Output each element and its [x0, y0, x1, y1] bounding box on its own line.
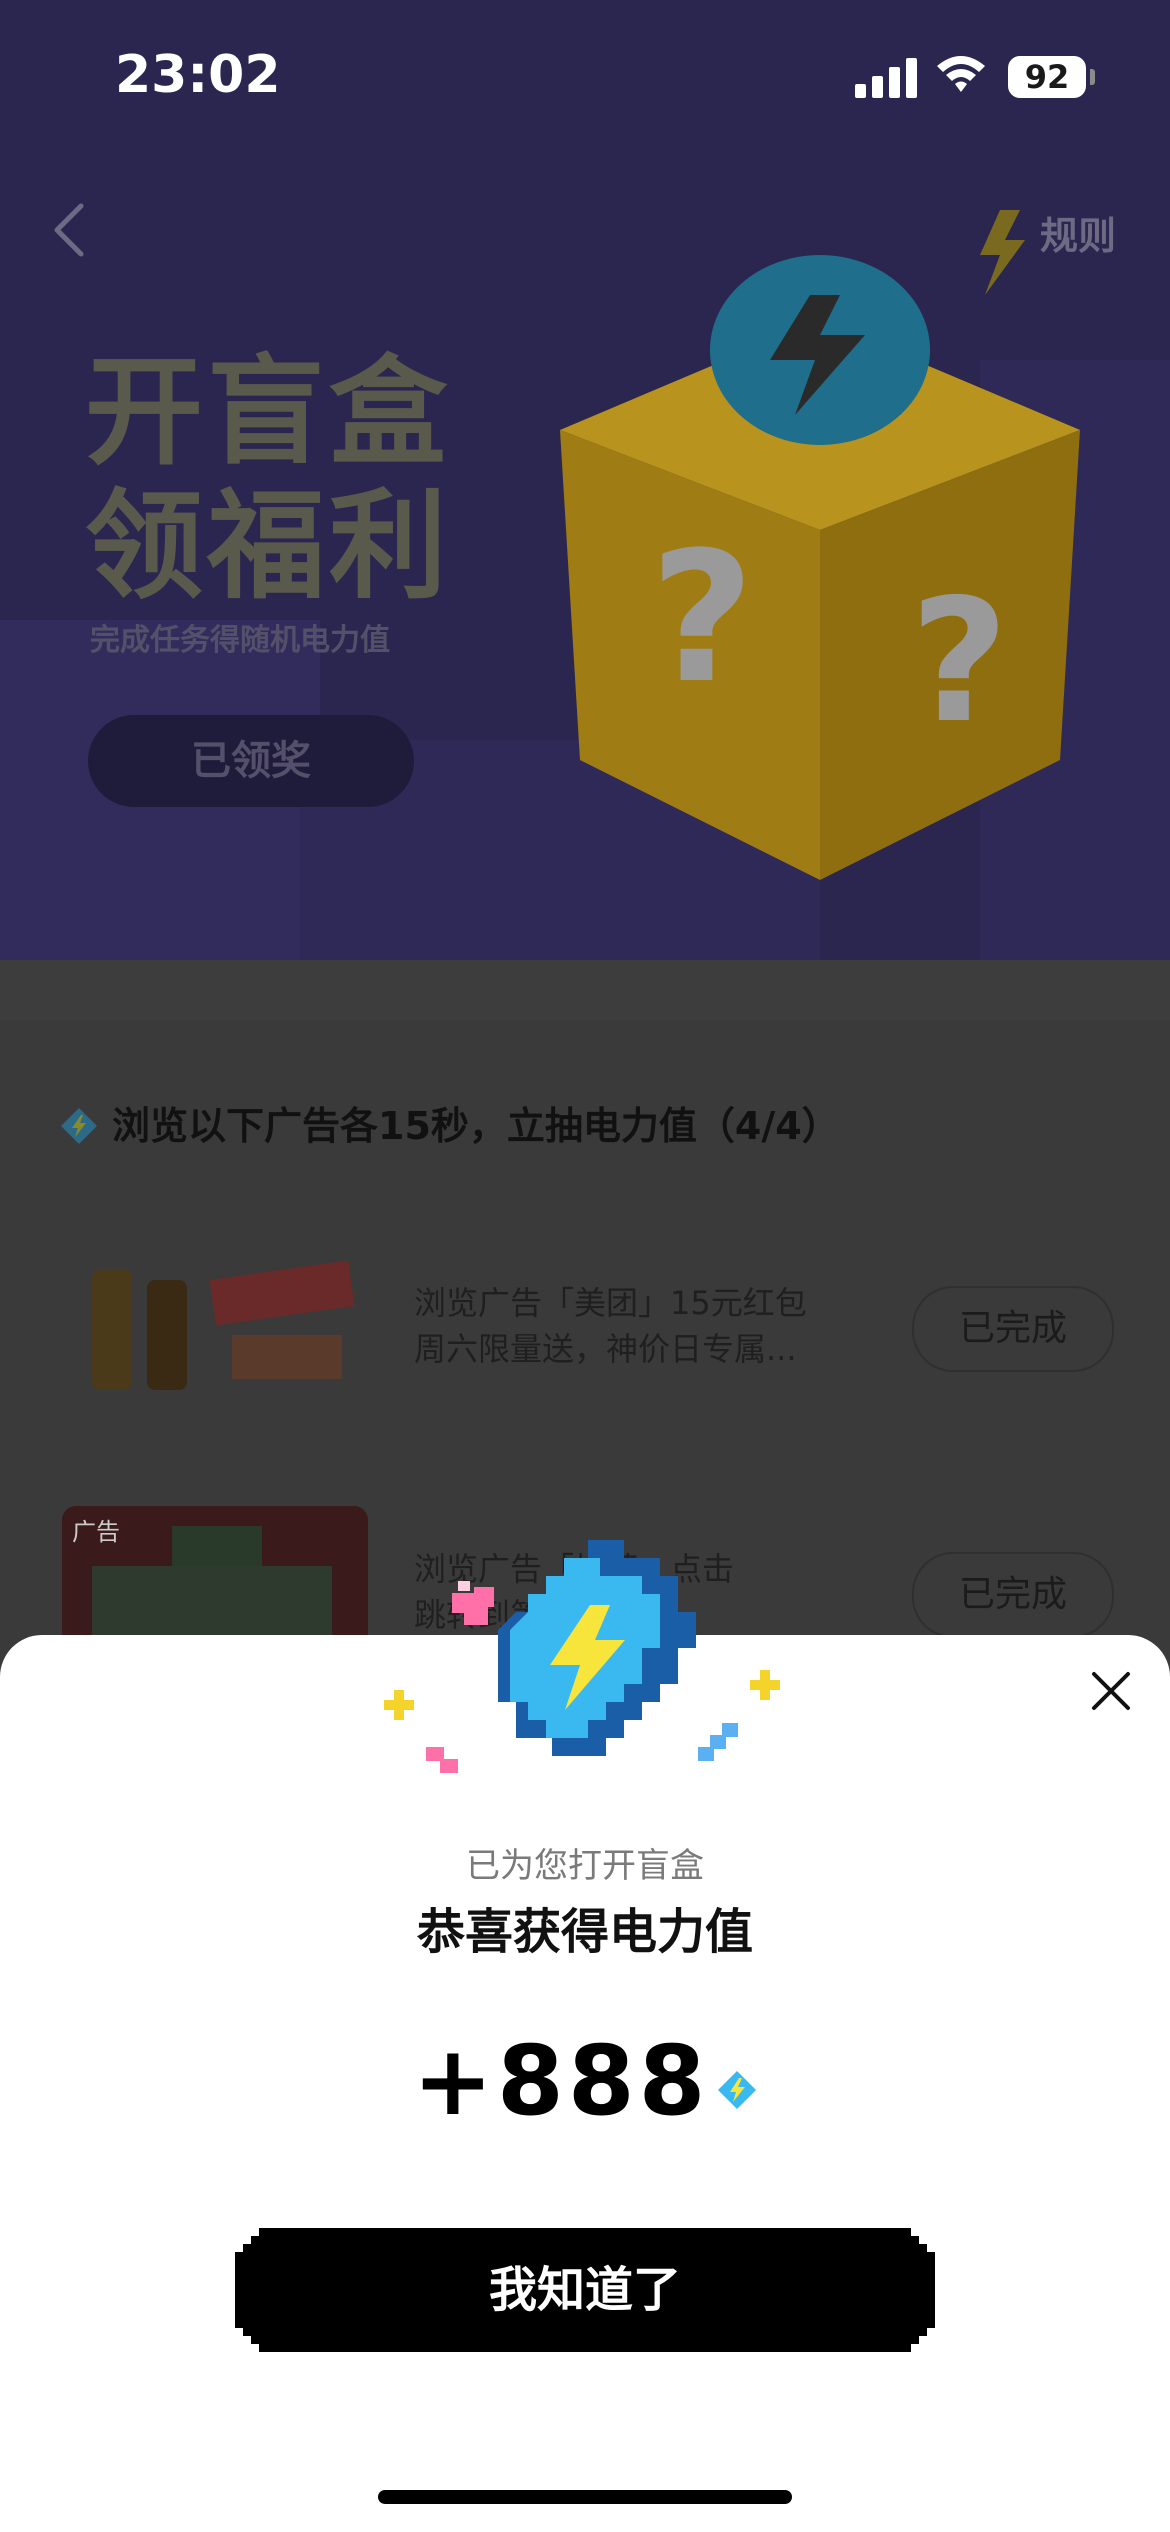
completed-button[interactable]: 已完成 [912, 1552, 1114, 1638]
task-heading: 浏览以下广告各15秒，立抽电力值（4/4） [60, 1095, 840, 1150]
close-icon[interactable] [1090, 1670, 1132, 1712]
hero-title-line1: 开盲盒 [85, 343, 452, 481]
reward-amount: +888 [0, 2025, 1170, 2137]
ad-line1: 浏览广告「美团」15元红包 [414, 1284, 807, 1322]
reward-amount-value: +888 [412, 2025, 710, 2137]
ad-description: 浏览广告「美团」15元红包 周六限量送，神价日专属... [414, 1280, 854, 1372]
ad-thumbnail [62, 1240, 368, 1418]
congrats-text: 恭喜获得电力值 [416, 1904, 753, 1960]
cellular-signal-icon [855, 58, 917, 98]
hero-banner: ? ? 开盲盒 领福利 完成任务得随机电力值 已领奖 [0, 0, 1170, 1020]
opened-text: 已为您打开盲盒 [466, 1846, 704, 1886]
hero-title: 开盲盒 领福利 [85, 345, 451, 613]
mystery-box-icon: ? ? [560, 210, 1080, 880]
energy-icon [61, 1108, 97, 1144]
task-heading-text: 浏览以下广告各15秒，立抽电力值（4/4） [112, 1104, 840, 1148]
status-bar: 23:02 92 [0, 0, 1170, 150]
list-item[interactable]: 浏览广告「美团」15元红包 周六限量送，神价日专属... 已完成 [62, 1240, 1122, 1420]
rules-link[interactable]: 规则 [1040, 205, 1116, 260]
confirm-button[interactable]: 我知道了 [235, 2228, 935, 2352]
energy-coin-icon [384, 1540, 780, 1773]
ad-badge: 广告 [72, 1518, 120, 1546]
svg-text:?: ? [650, 514, 754, 723]
ad-line2: 周六限量送，神价日专属... [414, 1330, 797, 1368]
hero-subtitle: 完成任务得随机电力值 [90, 623, 390, 658]
wifi-icon [937, 56, 985, 92]
status-time: 23:02 [115, 45, 281, 105]
energy-icon [718, 2071, 757, 2109]
pixel-floor [0, 960, 1170, 1020]
svg-text:?: ? [910, 563, 1009, 761]
hero-title-line2: 领福利 [85, 477, 452, 615]
chevron-left-icon[interactable] [45, 200, 95, 260]
completed-button[interactable]: 已完成 [912, 1286, 1114, 1372]
claimed-button[interactable]: 已领奖 [88, 715, 414, 807]
home-indicator[interactable] [378, 2490, 792, 2504]
battery-indicator: 92 [1008, 56, 1095, 98]
